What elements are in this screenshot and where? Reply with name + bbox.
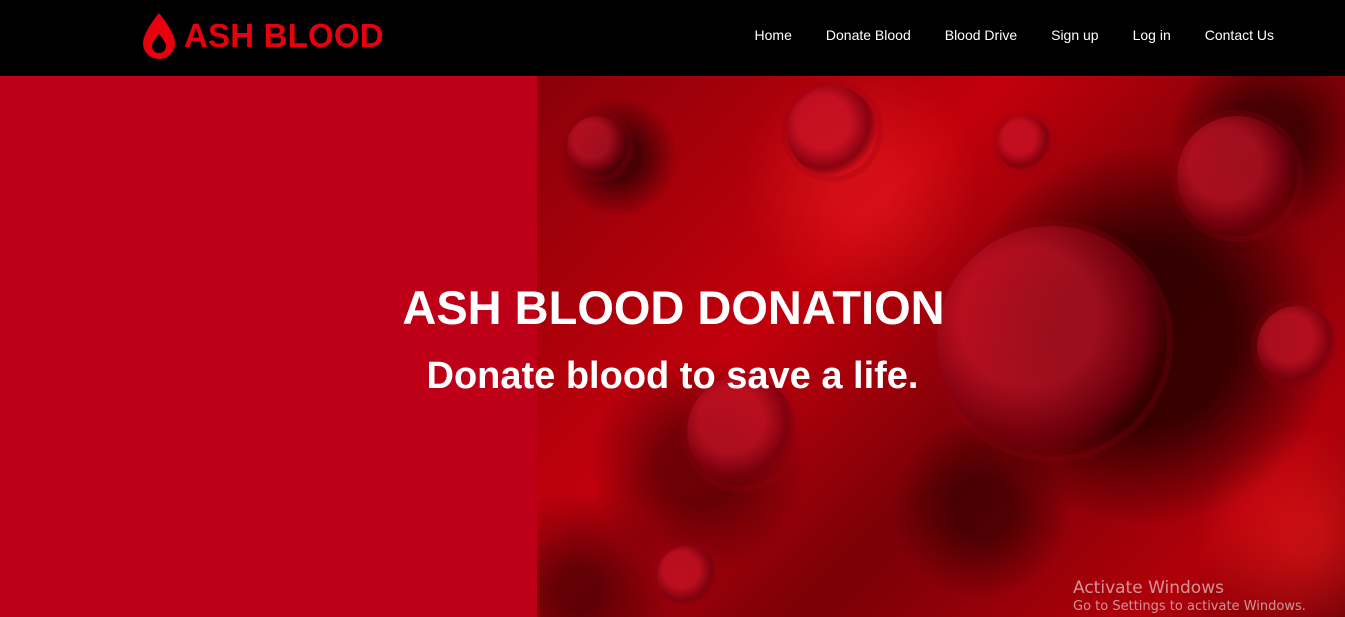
windows-activation-watermark: Activate Windows Go to Settings to activ… xyxy=(1073,578,1306,616)
virus-particle xyxy=(1177,116,1297,236)
watermark-subtitle: Go to Settings to activate Windows. xyxy=(1073,599,1306,614)
virus-particle xyxy=(657,546,717,606)
blood-drop-icon xyxy=(143,13,175,59)
virus-particle xyxy=(567,116,627,176)
nav-sign-up-link[interactable]: Sign up xyxy=(1051,27,1098,43)
virus-particle xyxy=(997,116,1052,171)
nav-blood-drive-link[interactable]: Blood Drive xyxy=(945,27,1017,43)
nav-home-link[interactable]: Home xyxy=(755,27,792,43)
hero-red-panel xyxy=(0,76,537,617)
brand-logo-link[interactable]: ASH BLOOD xyxy=(140,6,384,66)
brand-name: ASH BLOOD xyxy=(184,17,384,54)
virus-particle xyxy=(787,86,877,176)
nav-menu: Home Donate Blood Blood Drive Sign up Lo… xyxy=(755,0,1274,72)
nav-contact-us-link[interactable]: Contact Us xyxy=(1205,27,1274,43)
nav-log-in-link[interactable]: Log in xyxy=(1133,27,1171,43)
hero-virus-image xyxy=(537,76,1345,617)
hero-title: ASH BLOOD DONATION xyxy=(402,281,945,334)
hero-subtitle: Donate blood to save a life. xyxy=(426,355,919,397)
watermark-title: Activate Windows xyxy=(1073,578,1224,598)
navbar: ASH BLOOD Home Donate Blood Blood Drive … xyxy=(0,0,1345,76)
hero-section: ASH BLOOD DONATION Donate blood to save … xyxy=(0,76,1345,617)
nav-donate-blood-link[interactable]: Donate Blood xyxy=(826,27,911,43)
virus-particle xyxy=(937,226,1167,456)
